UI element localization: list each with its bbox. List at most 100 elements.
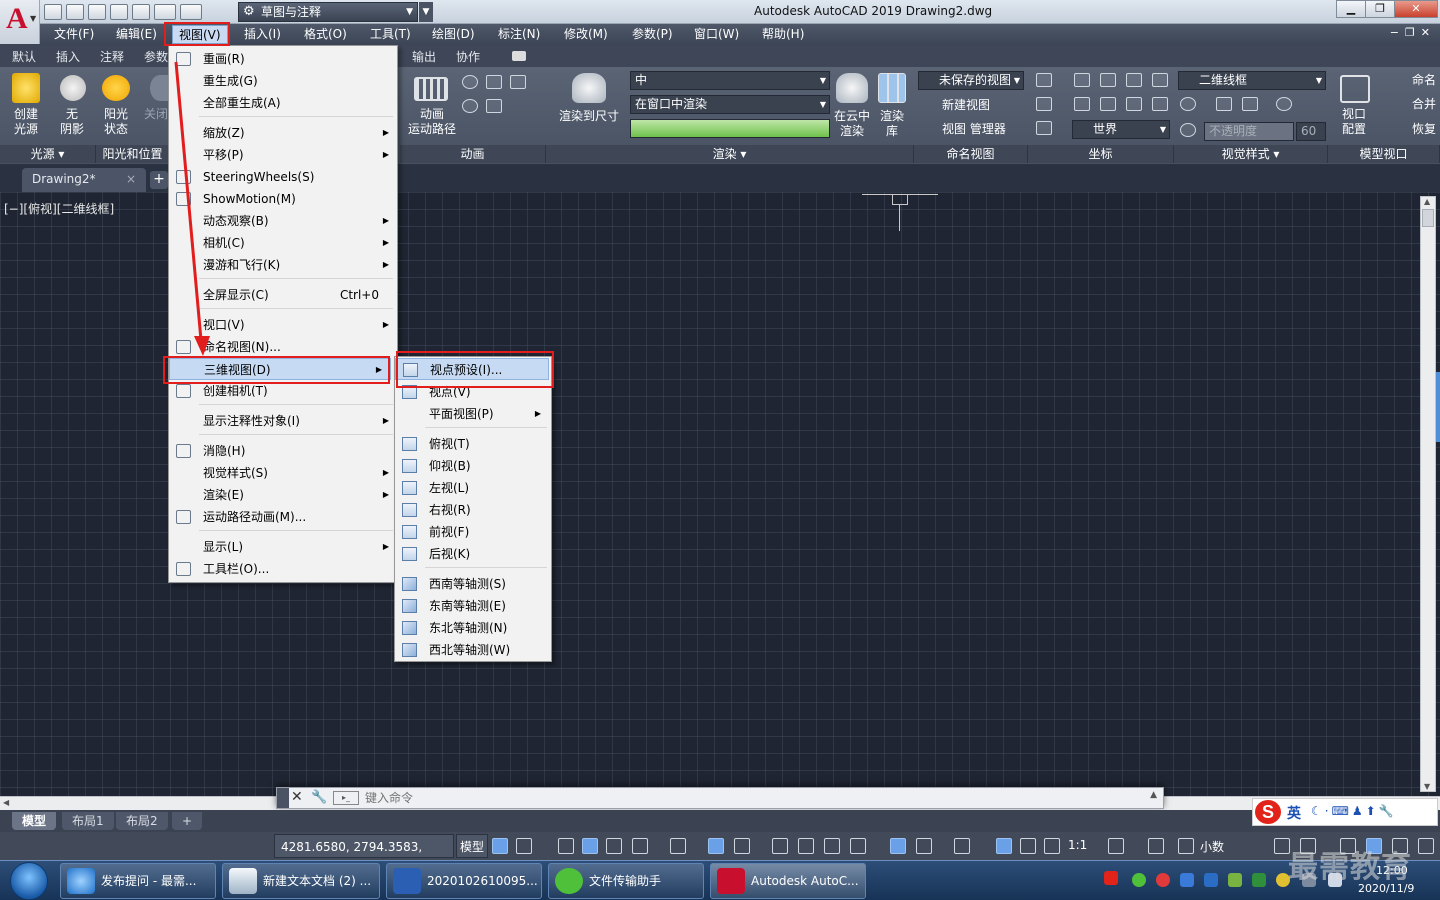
- render-gallery-label[interactable]: 渲染 库: [874, 109, 910, 139]
- walk-icon[interactable]: [510, 75, 526, 89]
- workspace-dropdown[interactable]: ⚙ 草图与注释 ▼: [238, 2, 418, 22]
- view3d-item-10[interactable]: 东南等轴测(E): [395, 595, 549, 617]
- menu-insert[interactable]: 插入(I): [238, 25, 287, 44]
- dynamic-input-icon[interactable]: [582, 838, 598, 854]
- tab-collaborate[interactable]: 协作: [456, 48, 480, 65]
- selection-cycling-icon[interactable]: [824, 838, 840, 854]
- light-bulb-icon[interactable]: [12, 73, 40, 103]
- named-view-dropdown[interactable]: 未保存的视图 ▼: [918, 71, 1024, 90]
- view-menu-item-20[interactable]: 显示(L) ▶: [169, 536, 397, 558]
- menu-edit[interactable]: 编辑(E): [110, 25, 163, 44]
- viewport-config-label[interactable]: 视口 配置: [1334, 107, 1374, 137]
- xray-icon[interactable]: [1180, 123, 1196, 137]
- merge-viewports-button[interactable]: 合并: [1384, 97, 1436, 112]
- tab-model[interactable]: 模型: [12, 812, 57, 830]
- view-menu-item-17[interactable]: 视觉样式(S) ▶: [169, 462, 397, 484]
- view-menu-item-2[interactable]: 全部重生成(A): [169, 92, 397, 114]
- shadow-display-icon[interactable]: [1276, 97, 1292, 111]
- animation-path-label[interactable]: 动画 运动路径: [404, 107, 460, 137]
- face-style-icon[interactable]: [1216, 97, 1232, 111]
- tab-layout2[interactable]: 布局2: [116, 812, 168, 830]
- no-shadow-label[interactable]: 无 阴影: [54, 107, 90, 137]
- scroll-left-icon[interactable]: ◀: [3, 798, 9, 807]
- customize-icon[interactable]: [1418, 838, 1434, 854]
- viewport-config-icon[interactable]: [1340, 75, 1370, 103]
- view-menu-item-4[interactable]: 平移(P) ▶: [169, 144, 397, 166]
- render-gallery-icon[interactable]: [878, 73, 906, 103]
- ucs-x-icon[interactable]: [1074, 97, 1090, 111]
- object-snap-tracking-icon[interactable]: [708, 838, 724, 854]
- view-menu-item-7[interactable]: 动态观察(B) ▶: [169, 210, 397, 232]
- annotation-scale-icon[interactable]: [1044, 838, 1060, 854]
- play-icon[interactable]: [462, 75, 478, 89]
- lights-panel-footer[interactable]: 光源 ▾: [0, 145, 96, 163]
- menu-tools[interactable]: 工具(T): [364, 25, 417, 44]
- view3d-item-9[interactable]: 西南等轴测(S): [395, 573, 549, 595]
- dynamic-ucs-icon[interactable]: [890, 838, 906, 854]
- scroll-up-icon[interactable]: ▲: [1424, 197, 1430, 206]
- doc-tab-drawing2[interactable]: Drawing2* ×: [22, 168, 146, 192]
- edge-effects-icon[interactable]: [1180, 97, 1196, 111]
- view-menu-item-10[interactable]: 全屏显示(C) Ctrl+0: [169, 284, 397, 306]
- minimize-button[interactable]: ▁: [1336, 0, 1366, 18]
- close-icon[interactable]: ✕: [291, 789, 303, 805]
- teapot-icon[interactable]: [572, 73, 606, 103]
- annotation-visibility-icon[interactable]: [996, 838, 1012, 854]
- menu-draw[interactable]: 绘图(D): [426, 25, 481, 44]
- annotation-monitor-icon[interactable]: [1148, 838, 1164, 854]
- ucs-3point-icon[interactable]: [1152, 73, 1168, 87]
- ucs-zaxis-icon[interactable]: [1126, 73, 1142, 87]
- named-views-panel-footer[interactable]: 命名视图: [914, 145, 1028, 163]
- named-viewports-button[interactable]: 命名: [1384, 73, 1436, 88]
- sun-off-icon[interactable]: [150, 75, 170, 101]
- task-word[interactable]: 2020102610095...: [386, 863, 542, 899]
- render-panel-footer[interactable]: 渲染 ▾: [546, 145, 914, 163]
- pause-icon[interactable]: [486, 75, 502, 89]
- task-autocad[interactable]: Autodesk AutoC...: [710, 863, 866, 899]
- restore-viewports-button[interactable]: 恢复: [1384, 122, 1436, 137]
- app-menu-button[interactable]: A ▼: [0, 0, 40, 44]
- command-input[interactable]: [365, 789, 1135, 807]
- render-output-dropdown[interactable]: 在窗口中渲染 ▼: [630, 95, 830, 114]
- close-button[interactable]: ✕: [1394, 0, 1438, 18]
- task-wechat[interactable]: 文件传输助手: [548, 863, 704, 899]
- view-menu-item-21[interactable]: 工具栏(O)...: [169, 558, 397, 580]
- sun-icon[interactable]: [102, 75, 130, 101]
- tab-default[interactable]: 默认: [12, 48, 36, 65]
- view-menu-item-6[interactable]: ShowMotion(M): [169, 188, 397, 210]
- menu-parametric[interactable]: 参数(P): [626, 25, 679, 44]
- menu-format[interactable]: 格式(O): [298, 25, 353, 44]
- annotation-scale-value[interactable]: 1:1: [1068, 838, 1087, 852]
- view-menu-item-9[interactable]: 漫游和飞行(K) ▶: [169, 254, 397, 276]
- add-layout-button[interactable]: +: [172, 812, 203, 830]
- task-notepad[interactable]: 新建文本文档 (2) ...: [222, 863, 380, 899]
- ucs-world-icon[interactable]: [1074, 73, 1090, 87]
- wrench-icon[interactable]: 🔧: [311, 790, 327, 805]
- view-menu-item-16[interactable]: 消隐(H): [169, 440, 397, 462]
- nvidia-tray-icon[interactable]: [1252, 873, 1266, 887]
- object-snap-icon[interactable]: [734, 838, 750, 854]
- record-icon[interactable]: [462, 99, 478, 113]
- command-prompt-icon[interactable]: ▸_: [333, 791, 359, 805]
- tab-output[interactable]: 输出: [412, 48, 436, 65]
- coordinates-panel-footer[interactable]: 坐标: [1028, 145, 1174, 163]
- view-menu-item-1[interactable]: 重生成(G): [169, 70, 397, 92]
- view-menu-item-15[interactable]: 显示注释性对象(I) ▶: [169, 410, 397, 432]
- network-tray-icon[interactable]: [1204, 873, 1218, 887]
- sun-status-label[interactable]: 阳光 状态: [96, 107, 136, 137]
- save-icon[interactable]: [88, 4, 106, 20]
- view3d-item-8[interactable]: 后视(K): [395, 543, 549, 565]
- task-browser[interactable]: 发布提问 - 最需...: [60, 863, 216, 899]
- transparency-icon[interactable]: [798, 838, 814, 854]
- ortho-icon[interactable]: [606, 838, 622, 854]
- vertical-scrollbar[interactable]: ▲ ▼: [1420, 196, 1436, 792]
- view3d-item-11[interactable]: 东北等轴测(N): [395, 617, 549, 639]
- tab-annotate[interactable]: 注释: [100, 48, 124, 65]
- print-icon[interactable]: [132, 4, 150, 20]
- view3d-item-2[interactable]: 平面视图(P) ▶: [395, 403, 549, 425]
- maximize-button[interactable]: ❐: [1365, 0, 1395, 18]
- 3d-osnap-icon[interactable]: [850, 838, 866, 854]
- opacity-value-field[interactable]: 60: [1296, 122, 1326, 141]
- gizmo-icon[interactable]: [954, 838, 970, 854]
- model-viewports-panel-footer[interactable]: 模型视口: [1328, 145, 1440, 163]
